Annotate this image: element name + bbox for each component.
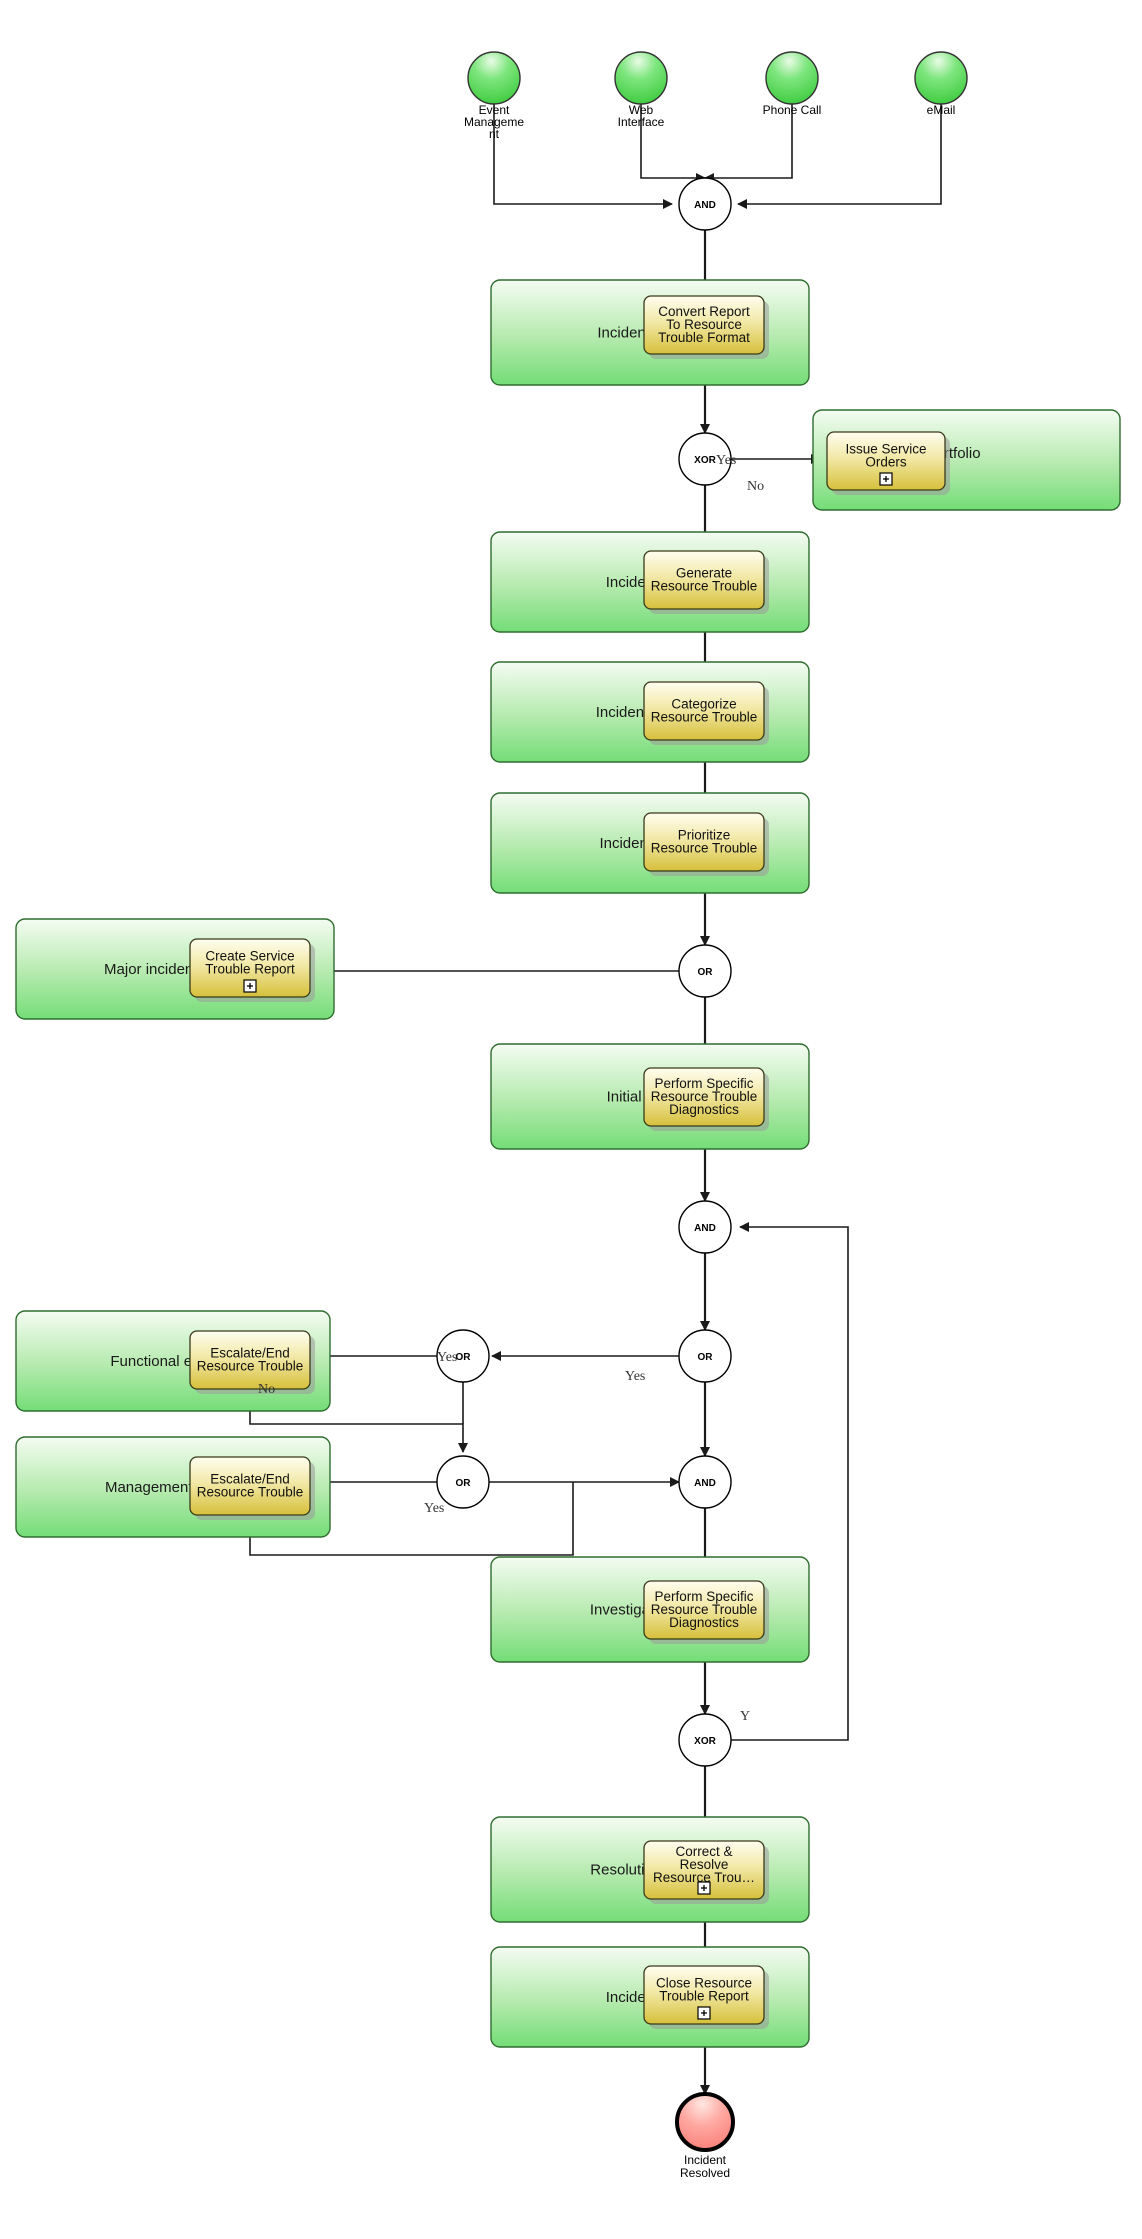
- start-event-ev-phone-call[interactable]: Phone Call: [763, 51, 822, 117]
- function-label-line: Resource Trouble: [197, 1359, 304, 1374]
- flow-xor-resolution-loopback-to-and-join: [731, 1222, 849, 1741]
- function-label-line: Trouble Report: [659, 1989, 749, 2004]
- function-label-line: Trouble Format: [658, 330, 750, 345]
- function-label-line: Diagnostics: [669, 1102, 739, 1117]
- function-fn-categorize-resource-trouble[interactable]: CategorizeResource Trouble: [643, 681, 769, 745]
- gateway-label: XOR: [694, 455, 716, 466]
- gateway-label: AND: [694, 1478, 716, 1489]
- function-fn-perform-specific-diagnostics-initial[interactable]: Perform SpecificResource TroubleDiagnost…: [643, 1067, 769, 1131]
- process-diagram: Incident Ident or service portfolionagem…: [0, 0, 1142, 2239]
- gateway-gw-or-major-incident[interactable]: OR: [678, 944, 732, 998]
- diagram-canvas: Incident Ident or service portfolionagem…: [15, 51, 1121, 2180]
- start-event-circle: [914, 51, 968, 105]
- lanes-group: Incident Ident or service portfolionagem…: [15, 279, 1121, 2048]
- function-label-line: Resource Trouble: [651, 710, 758, 725]
- function-fn-create-service-trouble-report[interactable]: Create ServiceTrouble Report: [189, 938, 315, 1002]
- end-event-circle: [675, 2092, 735, 2152]
- gateways-group: AND XOR OR AND OR OR AND OR XOR: [436, 177, 732, 1767]
- end-event-label: Resolved: [680, 2166, 730, 2180]
- function-fn-generate-resource-trouble[interactable]: GenerateResource Trouble: [643, 550, 769, 614]
- gateway-label: OR: [456, 1352, 472, 1363]
- gateway-gw-xor-resolution[interactable]: XOR: [678, 1713, 732, 1767]
- edge-label-lbl-functional-merge-yes: Yes: [437, 1350, 457, 1365]
- start-event-ev-web-interface[interactable]: WebInterface: [614, 51, 668, 129]
- start-event-circle: [614, 51, 668, 105]
- gateway-label: AND: [694, 1223, 716, 1234]
- function-fn-escalate-end-management[interactable]: Escalate/EndResource Trouble: [189, 1456, 315, 1520]
- gateway-gw-and-investigation-join[interactable]: AND: [678, 1455, 732, 1509]
- function-label-line: Diagnostics: [669, 1615, 739, 1630]
- function-label-line: Trouble Report: [205, 962, 295, 977]
- function-fn-escalate-end-functional[interactable]: Escalate/EndResource Trouble: [189, 1330, 315, 1394]
- start-event-ev-event-management[interactable]: EventManagement: [464, 51, 524, 141]
- end-event-ev-incident-resolved[interactable]: IncidentResolved: [675, 2092, 735, 2180]
- function-label-line: Resource Trouble: [197, 1485, 304, 1500]
- function-label-line: Orders: [865, 455, 907, 470]
- gateway-gw-or-management-merge[interactable]: OR: [436, 1455, 490, 1509]
- start-event-circle: [765, 51, 819, 105]
- flow-email-to-and: [737, 104, 942, 209]
- edge-label-lbl-management-yes: Yes: [424, 1501, 444, 1516]
- function-fn-close-resource-trouble-report[interactable]: Close ResourceTrouble Report: [643, 1965, 769, 2029]
- start-event-ev-email[interactable]: eMail: [914, 51, 968, 117]
- gateway-label: AND: [694, 200, 716, 211]
- gateway-label: OR: [456, 1478, 472, 1489]
- start-event-label: eMail: [927, 103, 956, 117]
- start-event-label: Phone Call: [763, 103, 822, 117]
- gateway-label: OR: [698, 1352, 714, 1363]
- start-event-circle: [467, 51, 521, 105]
- edge-label-lbl-xor-resolution-y: Y: [740, 1709, 750, 1724]
- edge-label-lbl-functional-yes: Yes: [625, 1369, 645, 1384]
- function-fn-prioritize-resource-trouble[interactable]: PrioritizeResource Trouble: [643, 812, 769, 876]
- gateway-label: OR: [698, 967, 714, 978]
- gateway-label: XOR: [694, 1736, 716, 1747]
- function-fn-issue-service-orders[interactable]: Issue ServiceOrders: [826, 431, 950, 495]
- edge-label-lbl-functional-no: No: [258, 1382, 275, 1397]
- end-event-label: Incident: [684, 2153, 727, 2167]
- lane-label: Functional es: [110, 1353, 199, 1370]
- start-event-label: Interface: [618, 115, 665, 129]
- gateway-gw-and-join-diagnosis[interactable]: AND: [678, 1200, 732, 1254]
- gateway-gw-and-start[interactable]: AND: [678, 177, 732, 231]
- function-fn-perform-specific-diagnostics-investigation[interactable]: Perform SpecificResource TroubleDiagnost…: [643, 1580, 769, 1644]
- function-fn-correct-resolve-resource-trouble[interactable]: Correct &ResolveResource Trou…: [643, 1840, 769, 1904]
- edge-label-lbl-xor-no: No: [747, 479, 764, 494]
- function-label-line: Resource Trouble: [651, 579, 758, 594]
- function-fn-convert-report[interactable]: Convert ReportTo ResourceTrouble Format: [643, 295, 769, 359]
- start-event-label: nt: [489, 127, 500, 141]
- edge-label-lbl-xor-yes: Yes: [716, 453, 736, 468]
- function-label-line: Resource Trouble: [651, 841, 758, 856]
- gateway-gw-or-functional-split[interactable]: OR: [678, 1329, 732, 1383]
